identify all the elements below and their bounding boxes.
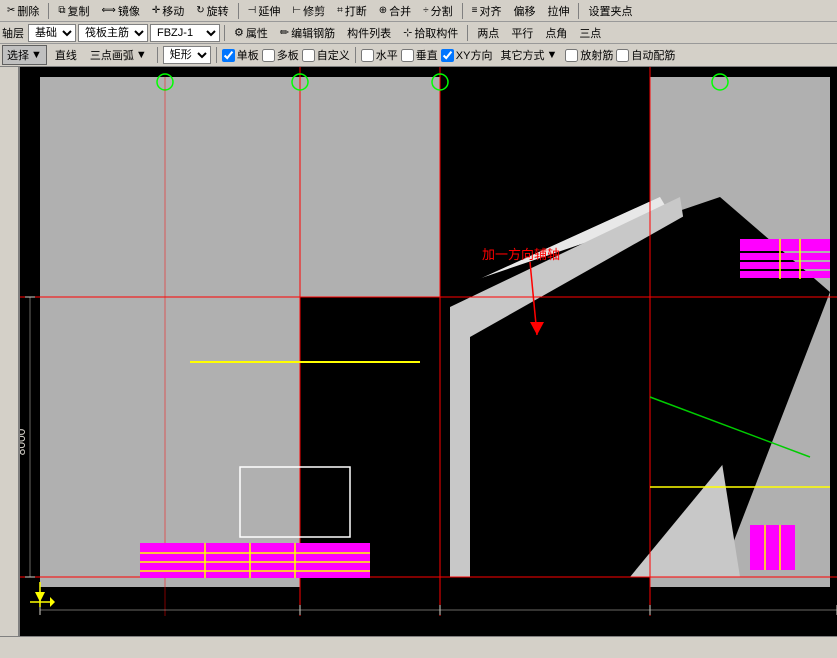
stretch-button[interactable]: 拉伸 (542, 1, 574, 21)
break-icon: ⌗ (337, 5, 343, 16)
merge-icon: ⊕ (379, 5, 387, 16)
break-button[interactable]: ⌗ 打断 (332, 1, 372, 21)
horizontal-radio[interactable]: 水平 (361, 47, 398, 63)
component-list-button[interactable]: 构件列表 (342, 23, 396, 43)
select-button[interactable]: 选择 ▼ (2, 45, 47, 65)
trim-button[interactable]: ⊢ 修剪 (287, 1, 330, 21)
corner-arrow-right (50, 597, 55, 607)
annotation-text: 加一方向辅轴 (482, 247, 560, 262)
arc-dropdown-icon: ▼ (136, 49, 147, 61)
left-ruler (0, 67, 20, 636)
auto-config-radio[interactable]: 自动配筋 (616, 47, 675, 63)
properties-icon: ⚙ (234, 26, 244, 39)
align-button[interactable]: ≡ 对齐 (467, 1, 507, 21)
copy-button[interactable]: ⧉ 复制 (53, 1, 94, 21)
extend-icon: ⊣ (248, 5, 257, 16)
right-rebar-top-3 (740, 262, 830, 269)
line-button[interactable]: 直线 (50, 45, 82, 65)
select-dropdown-icon: ▼ (31, 49, 42, 61)
mirror-button[interactable]: ⟺ 镜像 (97, 1, 145, 21)
sep-5 (224, 25, 225, 41)
sep-7 (157, 47, 158, 63)
drawing-svg: 4000 4000 8000 8000 加一方向辅轴 (20, 67, 837, 616)
sep-6 (467, 25, 468, 41)
toolbar-row-2: 轴层 基础 筏板主筋 FBZJ-1 ⚙ 属性 ✏ 编辑钢筋 构件列表 ⊹ 拾取构… (0, 22, 837, 44)
arc-button[interactable]: 三点画弧 ▼ (85, 45, 152, 65)
canvas-viewport[interactable]: 4000 4000 8000 8000 加一方向辅轴 (20, 67, 837, 636)
merge-button[interactable]: ⊕ 合并 (374, 1, 416, 21)
dim-v-label: 8000 (20, 428, 28, 455)
main-canvas-area: 4000 4000 8000 8000 加一方向辅轴 (0, 67, 837, 636)
split-button[interactable]: ÷ 分割 (418, 1, 458, 21)
id-select[interactable]: FBZJ-1 (150, 24, 220, 42)
pick-component-button[interactable]: ⊹ 拾取构件 (398, 23, 463, 43)
sep-4 (578, 3, 579, 19)
offset-button[interactable]: 偏移 (508, 1, 540, 21)
toolbar-row-1: ✂ 删除 ⧉ 复制 ⟺ 镜像 ✛ 移动 ↻ 旋转 ⊣ 延伸 ⊢ 修剪 ⌗ (0, 0, 837, 22)
right-small-square (750, 525, 795, 570)
xy-direction-radio[interactable]: XY方向 (441, 47, 493, 63)
point-angle-button[interactable]: 点角 (540, 23, 572, 43)
right-rebar-top-4 (740, 271, 830, 278)
sep-2 (238, 3, 239, 19)
delete-button[interactable]: ✂ 删除 (2, 1, 44, 21)
right-rebar-top-2 (740, 253, 830, 260)
align-icon: ≡ (472, 5, 478, 16)
left-panel (40, 77, 300, 587)
layer-label: 轴层 (2, 25, 24, 41)
trim-icon: ⊢ (292, 5, 301, 16)
status-bar (0, 636, 837, 658)
shape-select[interactable]: 矩形 (163, 46, 211, 64)
parallel-button[interactable]: 平行 (506, 23, 538, 43)
layer-select[interactable]: 基础 (28, 24, 76, 42)
sep-3 (462, 3, 463, 19)
two-point-button[interactable]: 两点 (472, 23, 504, 43)
pick-icon: ⊹ (403, 26, 412, 39)
edit-rebar-button[interactable]: ✏ 编辑钢筋 (275, 23, 340, 43)
other-dropdown-icon: ▼ (546, 49, 557, 61)
rotate-button[interactable]: ↻ 旋转 (191, 1, 233, 21)
delete-icon: ✂ (7, 5, 15, 16)
custom-radio[interactable]: 自定义 (302, 47, 350, 63)
setpoint-button[interactable]: 设置夹点 (583, 1, 637, 21)
move-icon: ✛ (152, 5, 160, 16)
extend-button[interactable]: ⊣ 延伸 (243, 1, 286, 21)
single-board-radio[interactable]: 单板 (222, 47, 259, 63)
mid-top-panel (300, 77, 440, 297)
vertical-radio[interactable]: 垂直 (401, 47, 438, 63)
mirror-icon: ⟺ (102, 5, 116, 16)
move-button[interactable]: ✛ 移动 (147, 1, 189, 21)
copy-icon: ⧉ (58, 5, 65, 16)
three-point-button[interactable]: 三点 (574, 23, 606, 43)
properties-button[interactable]: ⚙ 属性 (229, 23, 273, 43)
toolbar-row-3: 选择 ▼ 直线 三点画弧 ▼ 矩形 单板 多板 自定义 水平 垂直 (0, 44, 837, 66)
edit-rebar-icon: ✏ (280, 26, 289, 39)
type-select[interactable]: 筏板主筋 (78, 24, 148, 42)
right-rebar-top-1 (740, 239, 830, 251)
sep-1 (48, 3, 49, 19)
multi-board-radio[interactable]: 多板 (262, 47, 299, 63)
rebar-strip-bottom (140, 543, 370, 578)
radial-rebar-radio[interactable]: 放射筋 (565, 47, 613, 63)
split-icon: ÷ (423, 5, 429, 16)
rotate-icon: ↻ (196, 5, 204, 16)
sep-8 (216, 47, 217, 63)
sep-9 (355, 47, 356, 63)
other-method-button[interactable]: 其它方式 ▼ (495, 45, 562, 65)
